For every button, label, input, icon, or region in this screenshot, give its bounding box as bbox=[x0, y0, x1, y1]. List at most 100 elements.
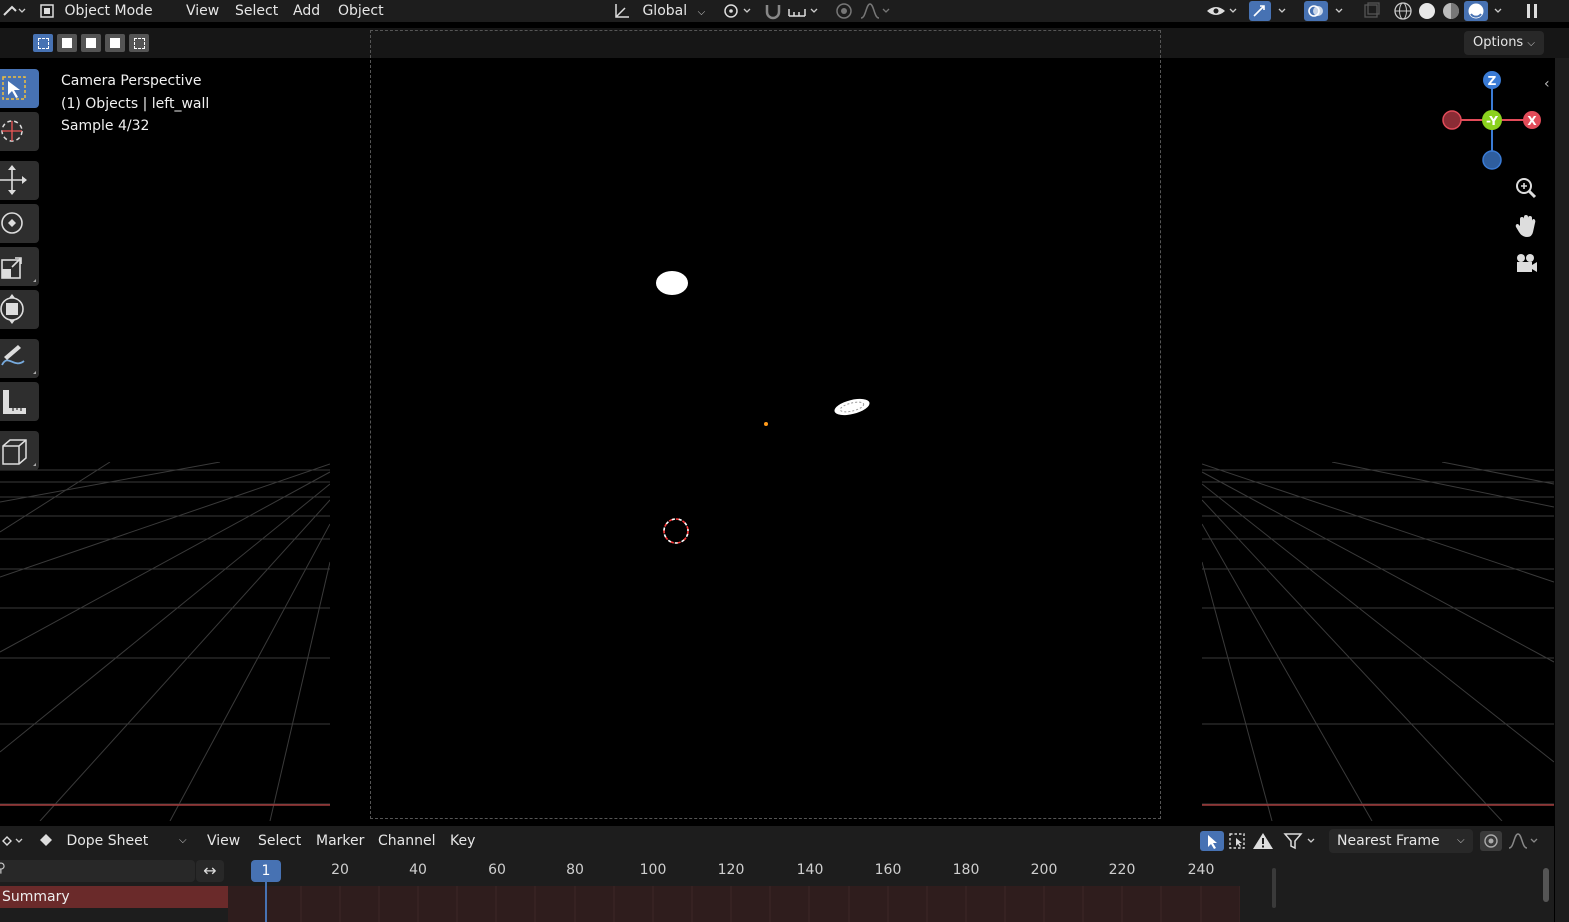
floor-grid-left bbox=[0, 462, 330, 821]
select-extend-button[interactable] bbox=[57, 34, 77, 52]
zoom-icon bbox=[1516, 178, 1537, 199]
xray-toggle[interactable] bbox=[1362, 1, 1382, 21]
viewport-info: Camera Perspective (1) Objects | left_wa… bbox=[61, 70, 209, 138]
scale-tool[interactable] bbox=[0, 247, 39, 286]
menu-add[interactable]: Add bbox=[293, 1, 320, 21]
options-label: Options bbox=[1473, 35, 1524, 50]
dopesheet-menu-channel[interactable]: Channel bbox=[378, 831, 435, 851]
select-invert-button[interactable] bbox=[105, 34, 125, 52]
cursor-tool[interactable] bbox=[0, 112, 39, 151]
rotate-icon bbox=[1, 212, 23, 234]
snap-toggle[interactable] bbox=[762, 1, 784, 21]
navigation-gizmo[interactable]: Z X -Y bbox=[1436, 66, 1546, 176]
mode-label: Object Mode bbox=[64, 3, 153, 19]
transform-orientation-dropdown[interactable]: Global ⌵ bbox=[612, 1, 708, 21]
channel-search-input[interactable]: ⚲ bbox=[0, 860, 195, 882]
shading-material-button[interactable] bbox=[1440, 1, 1462, 21]
filters-dropdown[interactable] bbox=[1282, 831, 1322, 851]
swap-invert-filter-button[interactable]: ↔ bbox=[196, 860, 224, 882]
orientation-icon bbox=[615, 4, 629, 18]
eye-icon bbox=[1207, 7, 1237, 15]
orientation-label: Global bbox=[642, 3, 688, 19]
rotate-tool[interactable] bbox=[0, 204, 39, 243]
options-dropdown[interactable]: Options ⌵ bbox=[1464, 31, 1544, 55]
xray-icon bbox=[1364, 2, 1380, 18]
chevron-down-icon: ⌵ bbox=[1457, 835, 1465, 846]
gizmo-toggle[interactable] bbox=[1248, 1, 1292, 21]
select-subtract-button[interactable] bbox=[81, 34, 101, 52]
keyframe-falloff-dropdown[interactable] bbox=[1506, 831, 1542, 851]
dopesheet-menu-view[interactable]: View bbox=[207, 831, 240, 851]
current-frame-indicator[interactable]: 1 bbox=[251, 860, 281, 882]
select-new-button[interactable] bbox=[33, 34, 53, 52]
annotate-tool[interactable] bbox=[0, 339, 39, 378]
viewport-header: Object Mode ⌵ View Select Add Object Glo… bbox=[0, 0, 1569, 38]
zoom-button[interactable] bbox=[1512, 174, 1540, 202]
solid-sphere-icon bbox=[1419, 3, 1435, 19]
sidebar-toggle-icon[interactable]: ‹ bbox=[1544, 76, 1550, 92]
material-sphere-icon bbox=[1443, 3, 1459, 19]
dopesheet-header: Dope Sheet ⌵ View Select Marker Channel … bbox=[0, 826, 1554, 856]
right-edge-strip bbox=[1555, 58, 1569, 922]
proportional-editing-toggle[interactable] bbox=[834, 1, 854, 21]
pivot-point-dropdown[interactable] bbox=[720, 1, 754, 21]
summary-track[interactable] bbox=[228, 886, 1275, 922]
mode-dropdown[interactable]: Object Mode ⌵ bbox=[38, 1, 168, 38]
dopesheet-menu-select[interactable]: Select bbox=[258, 831, 301, 851]
horizontal-scrollbar[interactable] bbox=[1272, 868, 1276, 908]
snap-mode-dropdown[interactable]: Nearest Frame ⌵ bbox=[1329, 829, 1473, 853]
end-frame-shade bbox=[1240, 886, 1275, 922]
menu-object[interactable]: Object bbox=[338, 1, 384, 21]
dopesheet-menu-key[interactable]: Key bbox=[450, 831, 475, 851]
falloff-dropdown[interactable] bbox=[858, 1, 894, 21]
dopesheet-mode-dropdown[interactable]: Dope Sheet ⌵ bbox=[36, 831, 191, 851]
pan-button[interactable] bbox=[1512, 212, 1540, 240]
select-box-tool[interactable] bbox=[0, 69, 39, 108]
gizmo-neg-x[interactable] bbox=[1442, 110, 1462, 130]
vertical-scrollbar[interactable] bbox=[1543, 868, 1549, 902]
gizmo-neg-z[interactable] bbox=[1482, 150, 1502, 170]
frame-tick-label: 160 bbox=[874, 862, 902, 878]
only-selected-toggle[interactable] bbox=[1200, 831, 1224, 851]
wireframe-sphere-icon bbox=[1394, 2, 1412, 20]
shading-solid-button[interactable] bbox=[1416, 1, 1438, 21]
3d-cursor-icon[interactable] bbox=[661, 516, 691, 546]
summary-label: Summary bbox=[2, 889, 70, 905]
cursor-arrow-icon bbox=[1200, 831, 1224, 851]
shading-wireframe-button[interactable] bbox=[1392, 1, 1414, 21]
extend-icon bbox=[62, 38, 72, 48]
intersect-icon bbox=[134, 38, 145, 49]
overlays-icon bbox=[1304, 1, 1343, 21]
proportional-keyframe-toggle[interactable] bbox=[1480, 831, 1502, 851]
white-blob-object bbox=[656, 271, 688, 295]
frame-tick-label: 40 bbox=[409, 862, 427, 878]
dopesheet-menu-marker[interactable]: Marker bbox=[316, 831, 364, 851]
snap-target-dropdown[interactable] bbox=[786, 1, 822, 21]
view-name-label: Camera Perspective bbox=[61, 73, 202, 89]
measure-tool[interactable] bbox=[0, 382, 39, 421]
only-errors-toggle[interactable] bbox=[1251, 831, 1275, 851]
menu-view[interactable]: View bbox=[186, 1, 219, 21]
frame-tick-label: 220 bbox=[1108, 862, 1136, 878]
active-object-label: (1) Objects | left_wall bbox=[61, 95, 210, 112]
menu-select[interactable]: Select bbox=[235, 1, 278, 21]
transform-tool[interactable] bbox=[0, 290, 39, 329]
magnet-icon bbox=[765, 5, 781, 20]
summary-channel[interactable]: Summary bbox=[0, 886, 228, 908]
select-intersect-button[interactable] bbox=[129, 34, 149, 52]
add-cube-tool[interactable] bbox=[0, 431, 39, 470]
dopesheet-editor-type-dropdown[interactable] bbox=[0, 831, 26, 851]
floor-grid-right bbox=[1202, 462, 1554, 821]
move-arrows-icon bbox=[0, 165, 27, 195]
frame-tick-label: 140 bbox=[796, 862, 824, 878]
editor-type-dropdown[interactable] bbox=[2, 1, 26, 21]
swap-arrows-icon: ↔ bbox=[203, 861, 217, 880]
move-tool[interactable] bbox=[0, 161, 39, 200]
show-hidden-toggle[interactable] bbox=[1226, 831, 1250, 851]
snap-increment-icon bbox=[788, 8, 818, 17]
visibility-dropdown[interactable] bbox=[1204, 1, 1242, 21]
shading-rendered-button[interactable] bbox=[1464, 1, 1508, 21]
camera-view-button[interactable] bbox=[1512, 250, 1540, 278]
pause-render-button[interactable] bbox=[1521, 1, 1543, 21]
overlays-toggle[interactable] bbox=[1303, 1, 1347, 21]
